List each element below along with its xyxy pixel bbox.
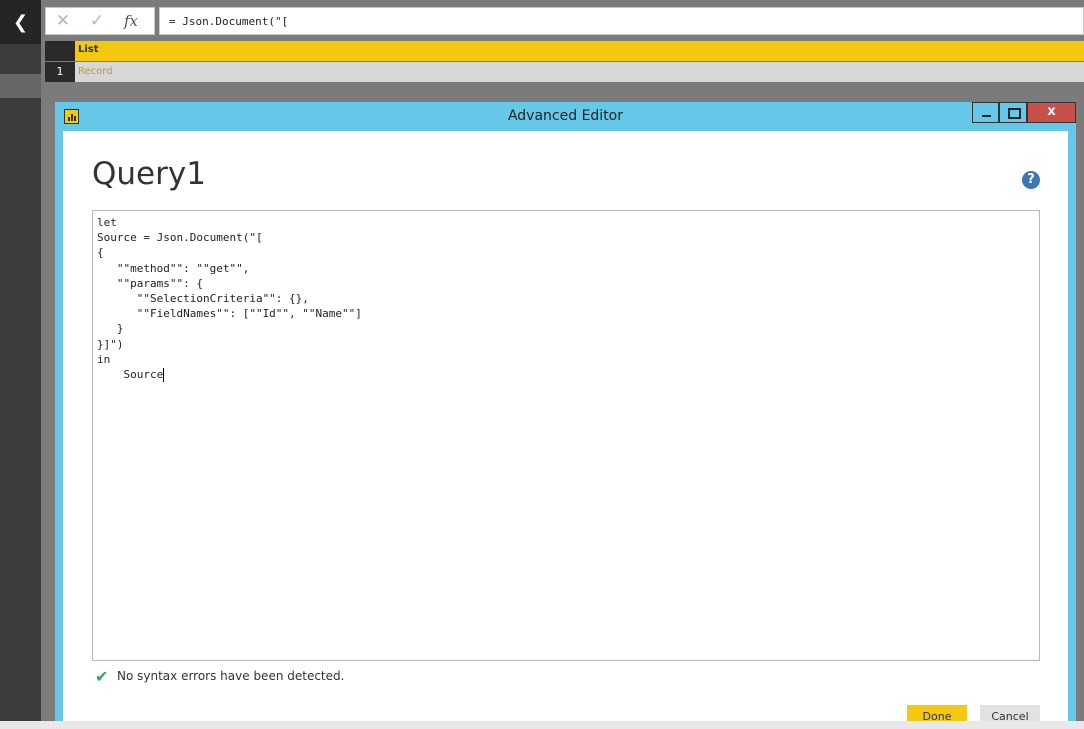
code-line: ""params"": { [97,276,203,290]
selected-query-item[interactable] [0,74,41,98]
x-icon[interactable]: ✕ [46,11,80,31]
formula-input[interactable]: = Json.Document("[ [159,7,1084,35]
table-row: 1 Record [45,62,1084,82]
record-cell-link[interactable]: Record [75,62,1084,82]
chevron-left-icon: ❮ [12,11,29,33]
text-caret [163,368,165,383]
formula-bar: ✕ ✓ fx = Json.Document("[ [45,7,1084,35]
formula-bar-buttons: ✕ ✓ fx [45,7,155,35]
m-code-editor[interactable]: let Source = Json.Document("[{ ""method""… [92,210,1040,661]
grid-corner[interactable] [45,41,75,61]
code-line: in [97,352,111,366]
code-line-last: Source [97,367,1039,383]
minimize-button[interactable] [972,102,999,123]
code-line: } [97,322,124,336]
maximize-button[interactable] [999,102,1027,123]
code-line: ""FieldNames"": [""Id"", ""Name""] [97,307,362,321]
check-icon[interactable]: ✓ [80,11,114,31]
code-line: Source = Json.Document("[ [97,231,263,245]
close-button[interactable]: x [1027,102,1076,123]
collapse-nav-button[interactable]: ❮ [0,0,41,44]
advanced-editor-dialog: Advanced Editor x Query1 ? let Source = J… [55,102,1076,729]
code-line: Source [97,368,164,382]
row-number[interactable]: 1 [45,62,75,82]
dialog-title: Advanced Editor [507,108,624,124]
success-check-icon: ✔ [95,666,109,686]
syntax-status: ✔ No syntax errors have been detected. [95,666,345,686]
query-name-title: Query1 [92,156,206,192]
code-line: let [97,216,117,229]
left-nav-pane: ❮ [0,0,41,729]
dialog-titlebar[interactable]: Advanced Editor x [55,102,1076,131]
grid-header-row: List [45,41,1084,61]
code-line: ""method"": ""get"", [97,261,250,275]
code-line: }]") [97,337,124,351]
fx-icon[interactable]: fx [114,12,148,30]
code-line: ""SelectionCriteria"": {}, [97,292,309,306]
help-icon[interactable]: ? [1022,171,1040,189]
column-header-list[interactable]: List [75,41,1084,61]
status-text: No syntax errors have been detected. [117,669,345,683]
bottom-strip [0,721,1084,729]
dialog-body: Query1 ? let Source = Json.Document("[{ "… [63,131,1068,729]
code-line: { [97,246,104,260]
